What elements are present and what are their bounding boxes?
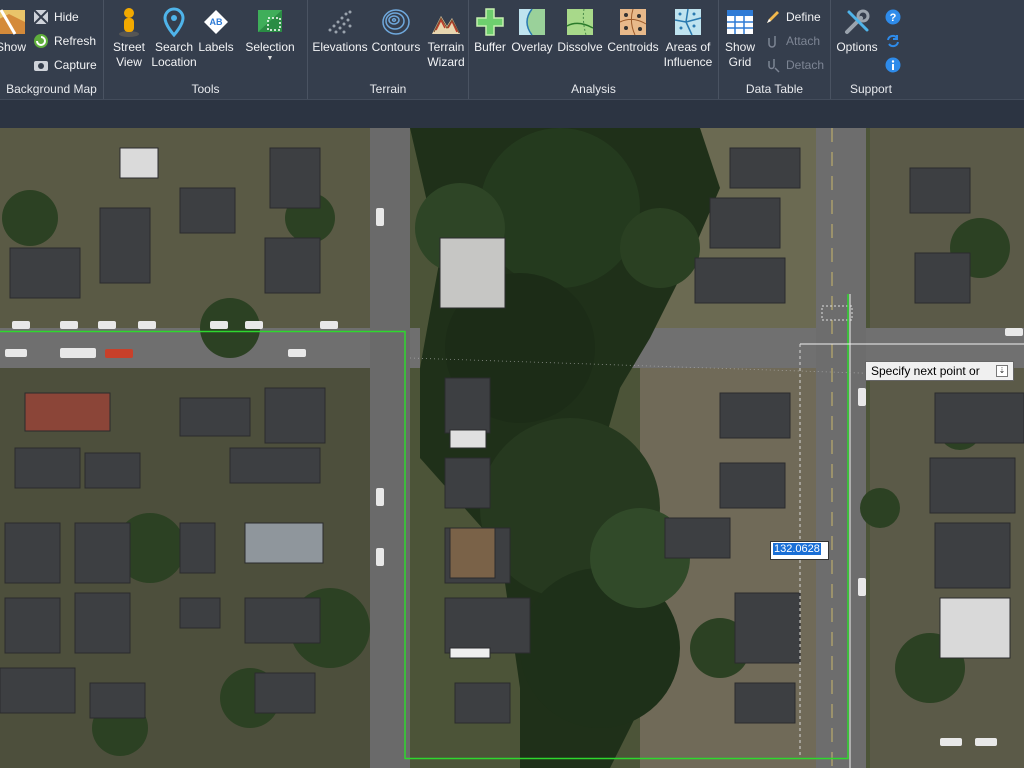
group-terrain: Elevations Contours Terrain Wizard Terrai…	[308, 0, 469, 99]
dissolve-label: Dissolve	[557, 40, 603, 54]
grid-table-icon	[724, 6, 756, 38]
group-support: Options ? Support	[831, 0, 911, 99]
search-location-button[interactable]: Search Location	[148, 6, 200, 70]
paperclip-icon	[765, 33, 781, 49]
hide-button[interactable]: Hide	[33, 7, 79, 27]
areas-of-influence-label-1: Areas of	[665, 40, 711, 54]
group-label-analysis: Analysis	[571, 82, 616, 96]
labels-button[interactable]: AB Labels	[198, 6, 234, 55]
areas-of-influence-icon	[672, 6, 704, 38]
detach-label: Detach	[786, 58, 825, 72]
terrain-wizard-label-1: Terrain	[427, 40, 465, 54]
dissolve-shapes-icon	[564, 6, 596, 38]
command-prompt-text: Specify next point or	[871, 364, 980, 378]
dynamic-input-field[interactable]: 132.0628	[770, 541, 829, 560]
dissolve-button[interactable]: Dissolve	[557, 6, 603, 55]
centroid-points-icon	[617, 6, 649, 38]
wrench-screwdriver-icon	[841, 6, 873, 38]
street-view-label-1: Street	[112, 40, 145, 54]
help-button[interactable]: ?	[885, 7, 906, 27]
pencil-icon	[765, 9, 781, 25]
show-label: Show	[0, 40, 27, 54]
refresh-label: Refresh	[54, 34, 97, 48]
prompt-options-dropdown-icon[interactable]: ⇣	[996, 365, 1008, 377]
selection-dropdown-icon[interactable]: ▼	[267, 55, 274, 62]
selection-button[interactable]: Selection ▼	[244, 6, 296, 62]
info-icon	[885, 57, 901, 73]
contour-lines-icon	[380, 6, 412, 38]
options-button[interactable]: Options	[835, 6, 879, 55]
search-location-label-1: Search	[154, 40, 194, 54]
attach-button[interactable]: Attach	[765, 31, 820, 51]
overlay-button[interactable]: Overlay	[511, 6, 553, 55]
terrain-wizard-button[interactable]: Terrain Wizard	[426, 6, 466, 70]
refresh-icon	[33, 33, 49, 49]
group-data-table: Show Grid Define Attach Detach Data Table	[719, 0, 831, 99]
location-pin-icon	[158, 6, 190, 38]
refresh-button[interactable]: Refresh	[33, 31, 96, 51]
dynamic-input-value[interactable]: 132.0628	[773, 543, 821, 555]
overlay-shapes-icon	[516, 6, 548, 38]
aerial-imagery	[0, 128, 1024, 768]
buffer-label: Buffer	[474, 40, 506, 54]
group-tools: Street View Search Location AB Labels Sele…	[104, 0, 308, 99]
capture-label: Capture	[54, 58, 97, 72]
selection-shape-icon	[254, 6, 286, 38]
attach-label: Attach	[786, 34, 821, 48]
ribbon-bottom-bar	[0, 99, 1024, 128]
contours-label: Contours	[371, 40, 421, 54]
areas-of-influence-button[interactable]: Areas of Influence	[661, 6, 715, 70]
show-grid-label-2: Grid	[728, 55, 752, 69]
label-tag-icon: AB	[200, 6, 232, 38]
street-view-person-icon	[113, 6, 145, 38]
show-button[interactable]: Show	[0, 6, 30, 55]
command-prompt-tooltip: Specify next point or ⇣	[865, 361, 1014, 381]
terrain-wizard-label-2: Wizard	[427, 55, 465, 69]
camera-icon	[33, 57, 49, 73]
contours-button[interactable]: Contours	[370, 6, 422, 55]
overlay-label: Overlay	[511, 40, 553, 54]
buffer-button[interactable]: Buffer	[473, 6, 507, 55]
terrain-mountains-icon	[430, 6, 462, 38]
define-button[interactable]: Define	[765, 7, 821, 27]
hide-label: Hide	[54, 10, 79, 24]
areas-of-influence-label-2: Influence	[663, 55, 713, 69]
street-view-button[interactable]: Street View	[108, 6, 150, 70]
search-location-label-2: Location	[151, 55, 197, 69]
elevations-button[interactable]: Elevations	[312, 6, 368, 55]
elevation-points-icon	[324, 6, 356, 38]
show-grid-button[interactable]: Show Grid	[721, 6, 759, 70]
group-label-tools: Tools	[191, 82, 220, 96]
group-label-terrain: Terrain	[369, 82, 407, 96]
hide-map-icon	[33, 9, 49, 25]
map-show-icon	[0, 6, 27, 38]
about-button[interactable]	[885, 55, 906, 75]
options-label: Options	[836, 40, 878, 54]
street-view-label-2: View	[116, 55, 142, 69]
group-background-map: Show Hide Refresh Capture Background Map	[0, 0, 104, 99]
centroids-label: Centroids	[607, 40, 659, 54]
road-vertical-east	[816, 128, 866, 768]
help-question-icon: ?	[885, 9, 901, 25]
define-label: Define	[786, 10, 821, 24]
labels-label: Labels	[198, 40, 234, 54]
buffer-cross-icon	[474, 6, 506, 38]
svg-text:AB: AB	[210, 17, 223, 27]
capture-button[interactable]: Capture	[33, 55, 97, 75]
centroids-button[interactable]: Centroids	[605, 6, 661, 55]
elevations-label: Elevations	[312, 40, 368, 54]
ribbon: Show Hide Refresh Capture Background Map…	[0, 0, 1024, 99]
group-label-data-table: Data Table	[745, 82, 804, 96]
selection-label: Selection	[245, 40, 295, 54]
detach-icon	[765, 57, 781, 73]
detach-button[interactable]: Detach	[765, 55, 824, 75]
group-analysis: Buffer Overlay Dissolve Centroids Areas …	[469, 0, 719, 99]
svg-text:?: ?	[890, 12, 897, 24]
update-button[interactable]	[885, 31, 906, 51]
group-label-background-map: Background Map	[6, 82, 97, 96]
sync-arrows-icon	[885, 33, 901, 49]
group-label-support: Support	[849, 82, 893, 96]
show-grid-label-1: Show	[724, 40, 756, 54]
aerial-map-canvas[interactable]	[0, 128, 1024, 768]
